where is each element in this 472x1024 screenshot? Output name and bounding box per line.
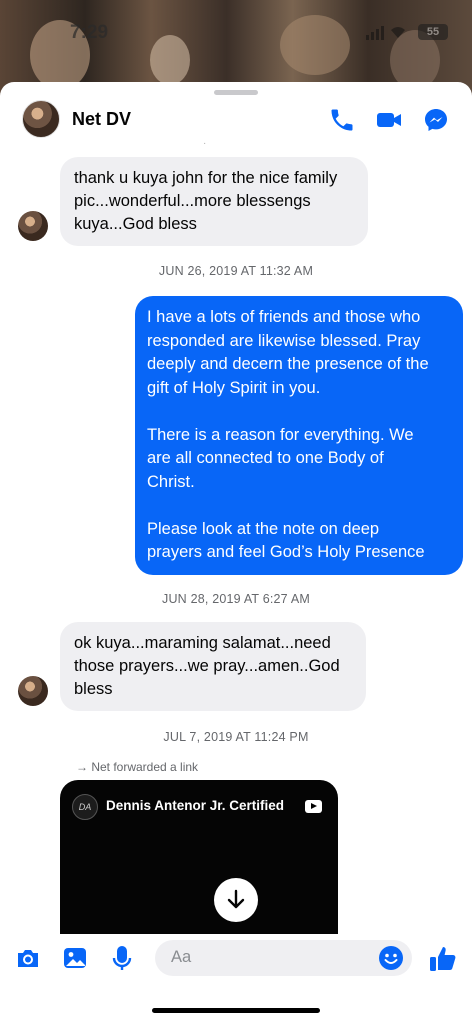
message-input-placeholder: Aa	[171, 948, 192, 966]
message-line: responded are likewise blessed. Pray	[147, 331, 421, 350]
contact-avatar[interactable]	[22, 100, 60, 138]
message-line: Christ.	[147, 472, 195, 491]
home-indicator[interactable]	[152, 1008, 320, 1013]
download-icon[interactable]	[214, 878, 258, 922]
message-line: ok kuya...maraming salamat...need	[74, 634, 331, 652]
phone-icon[interactable]	[328, 106, 356, 134]
message-line: those prayers...we pray...amen..God	[74, 657, 340, 675]
message-line: are all connected to one Body of	[147, 449, 384, 467]
camera-icon[interactable]	[14, 944, 42, 972]
battery-icon: 55	[418, 24, 448, 40]
chat-header: Net DV	[0, 98, 472, 142]
incoming-message[interactable]: ok kuya...maraming salamat...need those …	[60, 622, 366, 711]
message-line: prayers and feel God’s Holy Presence	[147, 543, 425, 561]
message-line: gift of Holy Spirit in you.	[147, 378, 321, 397]
video-icon[interactable]	[375, 106, 403, 134]
timestamp: JUN 26, 2019 AT 11:32 AM	[158, 264, 314, 278]
outgoing-message[interactable]: I have a lots of friends and those who r…	[135, 296, 463, 575]
messenger-icon[interactable]	[422, 106, 450, 134]
conversation-sheet: Net DV · thank u kuya john for the nice …	[0, 82, 472, 1024]
microphone-icon[interactable]	[108, 944, 136, 972]
sender-avatar[interactable]	[18, 676, 48, 706]
status-bar: 7:29 55	[0, 20, 472, 50]
signal-icon	[366, 26, 384, 40]
sheet-grabber[interactable]	[214, 90, 258, 95]
message-line: bless	[74, 680, 113, 698]
message-line: thank u kuya john for the nice family	[74, 169, 338, 187]
message-line: pic...wonderful...more blessengs	[74, 192, 311, 210]
message-line: I have a lots of friends and those who	[147, 308, 421, 326]
channel-logo: DA	[72, 794, 98, 820]
link-title[interactable]: Dennis Antenor Jr. Certified	[106, 798, 284, 813]
status-time: 7:29	[70, 22, 109, 43]
message-line: deeply and decern the presence of the	[147, 355, 429, 373]
composer-bar: Aa	[0, 934, 472, 990]
incoming-message[interactable]: thank u kuya john for the nice family pi…	[60, 157, 368, 246]
timestamp: JUL 7, 2019 AT 11:24 PM	[163, 730, 309, 744]
wifi-icon	[391, 27, 405, 38]
message-input[interactable]: Aa	[155, 940, 412, 976]
emoji-icon[interactable]	[378, 945, 404, 971]
message-line: There is a reason for everything. We	[147, 425, 414, 444]
message-line: Please look at the note on deep	[147, 519, 380, 538]
link-preview-card[interactable]: DA Dennis Antenor Jr. Certified	[60, 780, 338, 950]
thumbs-up-icon[interactable]	[428, 944, 456, 972]
sender-avatar[interactable]	[18, 211, 48, 241]
scroll-indicator: ·	[203, 138, 207, 149]
forwarded-note: → Net forwarded a link	[76, 760, 199, 774]
message-line: kuya...God bless	[74, 215, 197, 233]
gallery-icon[interactable]	[61, 944, 89, 972]
youtube-icon	[305, 800, 322, 813]
timestamp: JUN 28, 2019 AT 6:27 AM	[162, 592, 310, 606]
contact-name[interactable]: Net DV	[72, 109, 131, 130]
